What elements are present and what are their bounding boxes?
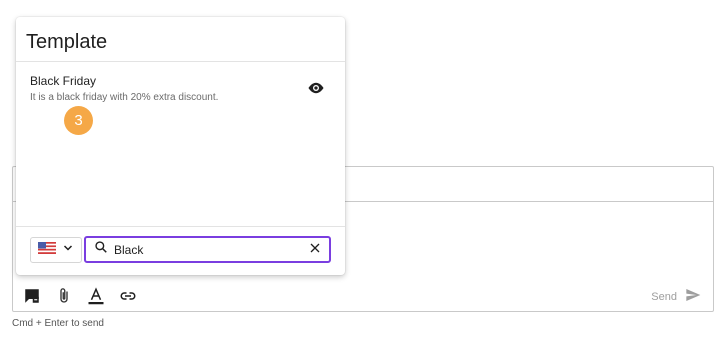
popup-footer-divider (16, 226, 345, 227)
search-input[interactable] (114, 242, 309, 257)
us-flag-icon (38, 241, 56, 259)
search-icon (94, 240, 108, 259)
link-icon[interactable] (118, 286, 138, 306)
attachment-icon[interactable] (54, 286, 74, 306)
send-button[interactable]: Send (651, 287, 701, 306)
eye-icon[interactable] (307, 79, 327, 99)
template-item-title: Black Friday (30, 74, 97, 88)
template-search (84, 236, 331, 263)
stage: Send Cmd + Enter to send Template Black … (0, 0, 728, 342)
send-icon (685, 287, 701, 306)
country-select[interactable] (30, 237, 82, 263)
chevron-down-icon (62, 241, 74, 259)
template-item[interactable]: Black Friday It is a black friday with 2… (30, 74, 330, 110)
close-icon[interactable] (309, 241, 321, 259)
step-badge: 3 (64, 106, 93, 135)
popup-title: Template (26, 31, 108, 53)
text-format-icon[interactable] (86, 286, 106, 306)
popup-header-divider (16, 61, 345, 62)
template-item-description: It is a black friday with 20% extra disc… (30, 92, 219, 103)
template-popup: Template Black Friday It is a black frid… (16, 17, 345, 275)
composer-toolbar (22, 286, 138, 306)
template-icon[interactable] (22, 286, 42, 306)
send-label: Send (651, 290, 677, 303)
send-shortcut-hint: Cmd + Enter to send (12, 318, 104, 329)
